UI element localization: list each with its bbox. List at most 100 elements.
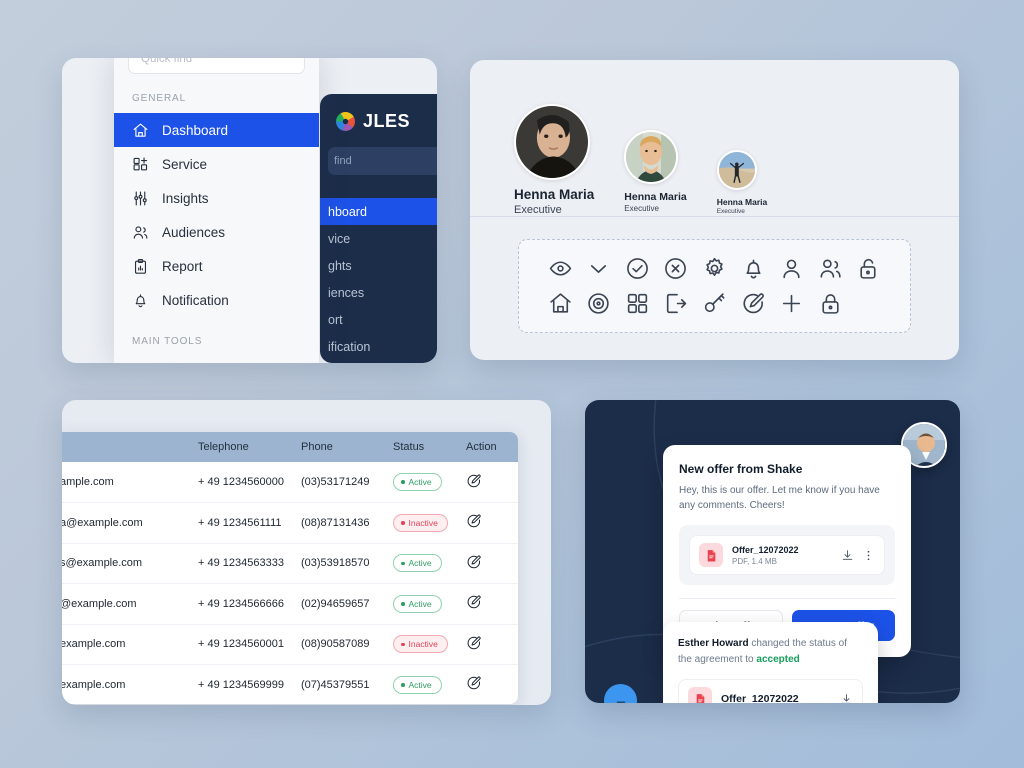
cell-status: Active [393,664,466,704]
edit-icon[interactable] [466,473,482,489]
edit-icon[interactable] [466,554,482,570]
x-circle-icon [665,258,687,279]
gear-icon[interactable] [702,256,727,281]
cell-action[interactable] [466,664,518,704]
table-row: @example.com + 49 1234566666 (02)94659657 A… [62,583,518,625]
status-dot [401,480,405,484]
grid-plus-icon [132,156,149,173]
edit-icon[interactable] [466,635,482,651]
cell-email: a@example.com [62,502,198,544]
edit-icon[interactable] [466,675,482,691]
person-card-0: Henna Maria Executive [514,104,594,216]
user-icon[interactable] [779,256,804,281]
bell-icon [132,292,149,309]
table-col-header-0 [62,432,198,462]
offer-file-size: PDF, 1.4 MB [732,556,777,566]
sidebar-item-label: Report [162,258,203,274]
key-icon[interactable] [702,291,727,316]
sidebar-item-notification[interactable]: Notification [114,283,319,317]
status-badge: Inactive [393,635,448,654]
quick-find-input[interactable]: Quick find [128,58,305,74]
offer-file-row[interactable]: Offer_12072022 PDF, 1.4 MB [689,535,885,575]
download-icon[interactable] [840,693,853,704]
status-label: Active [408,477,432,487]
table-body: ample.com + 49 1234560000 (03)53171249 Acti… [62,462,518,704]
record-icon[interactable] [586,291,611,316]
dark-sidebar-item-3[interactable]: iences [320,279,437,306]
edit-icon[interactable] [466,594,482,610]
lock-icon[interactable] [818,291,843,316]
avatar [716,150,757,190]
cell-status: Inactive [393,502,466,544]
quick-find-wrap: Quick find [114,58,319,74]
table-col-header-2: Phone [301,432,393,462]
plus-icon [782,294,801,313]
sidebar-item-label: Notification [162,292,229,308]
cell-phone: (08)90587089 [301,624,393,665]
cell-telephone: + 49 1234566666 [198,583,301,625]
avatar-row: Henna Maria Executive Henna Maria Executive… [470,60,959,217]
table-card-shell: Telephone Phone Status Action ample.com + 49… [62,400,551,705]
dark-sidebar-item-2[interactable]: ghts [320,252,437,279]
sidebar-item-insights[interactable]: Insights [114,181,319,215]
cell-status: Active [393,583,466,625]
user-icon [783,259,800,279]
sidebar-item-service[interactable]: Service [114,147,319,181]
dark-sidebar-item-1[interactable]: vice [320,225,437,252]
dark-sidebar-item-4[interactable]: ort [320,306,437,333]
bell-icon[interactable] [741,256,766,281]
chevron-down-icon[interactable] [586,256,611,281]
edit-icon[interactable] [466,513,482,529]
record-icon [588,293,610,314]
logout-icon [667,293,687,314]
chat-badge-icon [616,701,625,703]
cell-action[interactable] [466,502,518,544]
sidebar-item-label: Insights [162,190,209,206]
lock-icon [822,294,839,314]
x-circle-icon[interactable] [663,256,688,281]
status-file-row[interactable]: Offer_12072022 [678,679,863,703]
sliders-icon [132,190,149,207]
home-icon[interactable] [548,291,573,316]
pdf-file-icon [699,543,723,567]
person-card-1: Henna Maria Executive [624,130,687,213]
cell-status: Active [393,543,466,584]
edit-icon[interactable] [741,291,766,316]
table-row: example.com + 49 1234569999 (07)45379551 Ac… [62,664,518,704]
status-file-actions [840,693,853,704]
dark-sidebar-item-0[interactable]: hboard [320,198,437,225]
unlock-icon[interactable] [856,256,881,281]
status-badge: Active [393,594,442,613]
dark-sidebar-item-5[interactable]: ification [320,333,437,360]
grid-icon[interactable] [625,291,650,316]
offer-divider [679,598,895,599]
sidebar-item-report[interactable]: Report [114,249,319,283]
download-icon[interactable] [841,549,854,562]
offer-chat-card: New offer from Shake Hey, this is our of… [585,400,960,703]
cell-status: Inactive [393,624,466,665]
cell-action[interactable] [466,462,518,503]
cell-telephone: + 49 1234560000 [198,462,301,503]
sidebar-item-label: Audiences [162,224,226,240]
cell-telephone: + 49 1234561111 [198,502,301,544]
sidebar-item-dashboard[interactable]: Dashboard [114,113,319,147]
contacts-table-card: Telephone Phone Status Action ample.com + 49… [62,432,518,704]
table-row: ample.com + 49 1234560000 (03)53171249 Acti… [62,462,518,503]
eye-icon[interactable] [548,256,573,281]
status-dot [401,642,405,646]
sidebar-item-audiences[interactable]: Audiences [114,215,319,249]
more-options-icon[interactable] [862,549,875,562]
cell-action[interactable] [466,543,518,584]
notification-badge[interactable] [604,684,637,703]
status-label: Inactive [408,639,438,650]
users-icon[interactable] [818,256,843,281]
table-col-header-4: Action [466,432,518,462]
dark-search-input[interactable]: find [328,147,437,175]
check-circle-icon[interactable] [625,256,650,281]
plus-icon[interactable] [779,291,804,316]
cell-action[interactable] [466,624,518,665]
icon-library-grid [518,239,911,333]
clipboard-chart-icon [132,258,149,275]
cell-action[interactable] [466,583,518,625]
logout-icon[interactable] [663,291,688,316]
